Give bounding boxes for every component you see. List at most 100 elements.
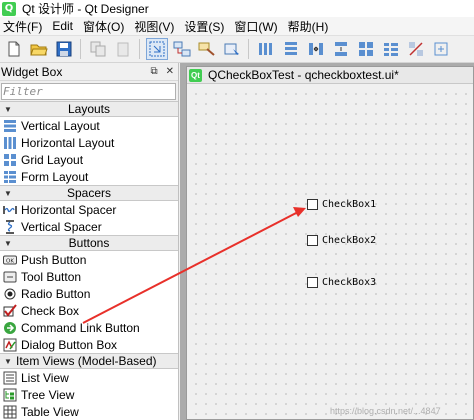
tree-view-icon [3, 388, 17, 402]
checkbox-1[interactable]: CheckBox1 [307, 199, 376, 210]
grid-layout-icon [3, 153, 17, 167]
form-layout-button[interactable] [380, 38, 402, 60]
copy-button[interactable] [87, 38, 109, 60]
qt-app-icon: Q [2, 1, 16, 16]
widget-vertical-layout[interactable]: Vertical Layout [0, 117, 178, 134]
category-layouts[interactable]: ▼ Layouts [0, 101, 178, 117]
edit-tab-order-button[interactable] [221, 38, 243, 60]
toolbar-separator [139, 39, 140, 59]
lay-out-vertically-button[interactable] [280, 38, 302, 60]
form-title: QCheckBoxTest - qcheckboxtest.ui* [208, 68, 399, 82]
menu-bar: 文件(F) Edit 窗体(O) 视图(V) 设置(S) 窗口(W) 帮助(H) [0, 17, 474, 36]
checkbox-2[interactable]: CheckBox2 [307, 235, 376, 246]
edit-widgets-button[interactable] [146, 38, 168, 60]
form-window[interactable]: Qt QCheckBoxTest - qcheckboxtest.ui* Che… [186, 66, 474, 420]
menu-form[interactable]: 窗体(O) [78, 18, 129, 35]
edit-widgets-icon [149, 41, 165, 57]
vertical-layout-icon [285, 42, 297, 55]
break-layout-button[interactable] [405, 38, 427, 60]
checkbox-3[interactable]: CheckBox3 [307, 277, 376, 288]
form-title-bar: Qt QCheckBoxTest - qcheckboxtest.ui* [187, 67, 473, 84]
paste-button[interactable] [112, 38, 134, 60]
category-spacers[interactable]: ▼ Spacers [0, 185, 178, 201]
checkbox-label: CheckBox2 [322, 235, 377, 246]
horizontal-layout-icon [259, 43, 272, 55]
widget-form-layout[interactable]: Form Layout [0, 168, 178, 185]
widget-tree-view[interactable]: Tree View [0, 386, 178, 403]
buddies-icon [198, 42, 215, 56]
widget-table-view[interactable]: Table View [0, 403, 178, 420]
horizontal-layout-icon [3, 136, 17, 150]
grid-layout-button[interactable] [355, 38, 377, 60]
widget-tool-button[interactable]: Tool Button [0, 268, 178, 285]
vertical-splitter-button[interactable] [330, 38, 352, 60]
new-file-button[interactable] [3, 38, 25, 60]
checkbox-label: CheckBox1 [322, 199, 377, 210]
checkbox-label: CheckBox3 [322, 277, 377, 288]
menu-edit[interactable]: Edit [47, 19, 78, 33]
widget-horizontal-layout[interactable]: Horizontal Layout [0, 134, 178, 151]
filter-row [0, 81, 178, 101]
grid-layout-icon [359, 42, 373, 56]
lay-out-horizontally-button[interactable] [255, 38, 277, 60]
widget-dialog-button-box[interactable]: Dialog Button Box [0, 336, 178, 353]
expand-arrow-icon: ▼ [4, 104, 12, 114]
menu-settings[interactable]: 设置(S) [179, 18, 229, 35]
tool-button-icon [3, 270, 17, 284]
widget-box-panel: Widget Box ⧉ ✕ ▼ Layouts Vertical Layout… [0, 63, 179, 420]
adjust-size-button[interactable] [430, 38, 452, 60]
form-canvas[interactable]: CheckBox1 CheckBox2 CheckBox3 [187, 85, 473, 419]
edit-signals-slots-button[interactable] [171, 38, 193, 60]
save-icon [56, 41, 72, 57]
watermark: https://blog.csdn.net/...4847 [330, 406, 441, 416]
widget-box-title: Widget Box [1, 64, 63, 79]
signals-slots-icon [173, 41, 191, 57]
open-file-button[interactable] [28, 38, 50, 60]
menu-file[interactable]: 文件(F) [0, 18, 47, 35]
toolbar-separator [248, 39, 249, 59]
checkbox-box[interactable] [307, 277, 318, 288]
edit-buddies-button[interactable] [196, 38, 218, 60]
widget-vertical-spacer[interactable]: Vertical Spacer [0, 218, 178, 235]
widget-box-header: Widget Box ⧉ ✕ [0, 63, 178, 81]
vertical-layout-icon [3, 119, 17, 133]
open-folder-icon [30, 44, 48, 56]
widget-list-view[interactable]: List View [0, 369, 178, 386]
dialog-button-box-icon [3, 338, 17, 352]
command-link-icon [3, 321, 17, 335]
form-layout-icon [3, 170, 17, 184]
checkbox-box[interactable] [307, 199, 318, 210]
push-button-icon: OK [3, 253, 17, 267]
save-button[interactable] [53, 38, 75, 60]
svg-text:OK: OK [6, 258, 14, 264]
checkbox-box[interactable] [307, 235, 318, 246]
vertical-splitter-icon [335, 42, 347, 56]
menu-help[interactable]: 帮助(H) [283, 18, 334, 35]
qt-form-icon: Qt [189, 68, 202, 82]
menu-view[interactable]: 视图(V) [129, 18, 179, 35]
copy-icon [90, 41, 106, 57]
main-toolbar [0, 36, 474, 63]
float-panel-icon[interactable]: ⧉ [150, 66, 157, 77]
category-item-views[interactable]: ▼ Item Views (Model-Based) [0, 353, 178, 369]
adjust-size-icon [434, 42, 448, 56]
title-bar: Q Qt 设计师 - Qt Designer [0, 0, 474, 17]
widget-check-box[interactable]: Check Box [0, 302, 178, 319]
form-layout-icon [384, 43, 398, 56]
category-buttons[interactable]: ▼ Buttons [0, 235, 178, 251]
widget-command-link-button[interactable]: Command Link Button [0, 319, 178, 336]
widget-horizontal-spacer[interactable]: Horizontal Spacer [0, 201, 178, 218]
radio-button-icon [3, 287, 17, 301]
menu-window[interactable]: 窗口(W) [229, 18, 282, 35]
horizontal-splitter-button[interactable] [305, 38, 327, 60]
window-title: Qt 设计师 - Qt Designer [22, 2, 149, 16]
mdi-area: Qt QCheckBoxTest - qcheckboxtest.ui* Che… [180, 63, 474, 420]
widget-grid-layout[interactable]: Grid Layout [0, 151, 178, 168]
widget-radio-button[interactable]: Radio Button [0, 285, 178, 302]
paste-icon [117, 42, 129, 57]
check-box-icon [3, 303, 17, 318]
tab-order-icon [224, 43, 239, 55]
filter-input[interactable] [1, 83, 176, 100]
close-panel-icon[interactable]: ✕ [166, 66, 174, 77]
widget-push-button[interactable]: OK Push Button [0, 251, 178, 268]
